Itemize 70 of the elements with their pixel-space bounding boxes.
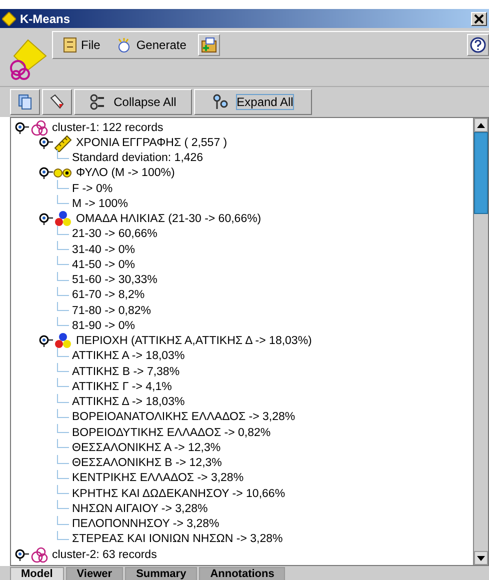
close-icon — [474, 14, 484, 24]
sparkle-icon — [116, 37, 132, 53]
tree-node-label[interactable]: 81-90 -> 0% — [72, 320, 135, 332]
rings-icon — [29, 118, 49, 137]
tab[interactable]: Viewer — [66, 567, 124, 580]
ruler-icon — [53, 134, 73, 152]
tree-node-label[interactable]: ΦΥΛΟ (M -> 100%) — [76, 167, 175, 180]
rings-icon — [29, 546, 49, 564]
collapse-icon — [90, 94, 106, 110]
tab[interactable]: Model — [10, 567, 64, 580]
cabinet-icon — [63, 37, 77, 53]
window-title: K-Means — [20, 12, 70, 26]
up-arrow-icon — [477, 122, 485, 128]
tree-node-label[interactable]: 21-30 -> 60,66% — [72, 228, 158, 240]
marker-icon — [49, 94, 65, 110]
scroll-up-button[interactable] — [474, 118, 488, 132]
tree-node-label[interactable]: 41-50 -> 0% — [72, 258, 135, 271]
tree-node-label[interactable]: cluster-1: 122 records — [52, 122, 164, 134]
tree-node-label[interactable]: ΘΕΣΣΑΛΟΝΙΚΗΣ Α -> 12,3% — [72, 442, 221, 454]
scroll-thumb[interactable] — [474, 132, 488, 214]
tree-node-label[interactable]: Standard deviation: 1,426 — [72, 152, 204, 164]
tree-node-label[interactable]: ΘΕΣΣΑΛΟΝΙΚΗΣ Β -> 12,3% — [72, 457, 222, 470]
tab[interactable]: Summary — [125, 567, 198, 580]
tree-node-label[interactable]: ΑΤΤΙΚΗΣ Β -> 7,38% — [72, 366, 180, 378]
help-icon — [470, 37, 486, 53]
tree-node-label[interactable]: ΝΗΣΩΝ ΑΙΓΑΙΟΥ -> 3,28% — [72, 502, 208, 515]
close-button[interactable] — [471, 12, 487, 26]
tree-node-label[interactable]: ΧΡΟΝΙΑ ΕΓΓΡΑΦΗΣ ( 2,557 ) — [76, 136, 228, 149]
scroll-down-button[interactable] — [474, 551, 488, 565]
tree-node-label[interactable]: ΚΡΗΤΗΣ ΚΑΙ ΔΩΔΕΚΑΝΗΣΟΥ -> 10,66% — [72, 488, 286, 500]
tree-toggle-icon[interactable] — [39, 213, 53, 226]
tree-node-label[interactable]: ΟΜΑΔΑ ΗΛΙΚΙΑΣ (21-30 -> 60,66%) — [76, 213, 262, 226]
colored-balls-icon — [53, 332, 73, 350]
tree-toggle-icon[interactable] — [15, 122, 29, 134]
add-node-button[interactable] — [198, 34, 220, 56]
tree-toggle-icon[interactable] — [39, 167, 53, 180]
tree-node-label[interactable]: ΒΟΡΕΙΟΔΥΤΙΚΗΣ ΕΛΛΑΔΟΣ -> 0,82% — [72, 426, 271, 439]
tree-node-label[interactable]: 51-60 -> 30,33% — [72, 274, 158, 286]
scrollbar[interactable] — [473, 118, 488, 565]
help-button[interactable] — [467, 34, 489, 56]
tree-node-label[interactable]: ΑΤΤΙΚΗΣ Α -> 18,03% — [72, 350, 185, 362]
copy-button[interactable] — [10, 89, 40, 115]
tree-node-label[interactable]: M -> 100% — [72, 198, 128, 210]
down-arrow-icon — [477, 556, 485, 560]
tree-node-label[interactable]: cluster-2: 63 records — [52, 548, 157, 561]
menu-item[interactable]: File — [59, 37, 104, 53]
copy-icon — [17, 94, 33, 110]
tree-node-label[interactable]: ΒΟΡΕΙΟΑΝΑΤΟΛΙΚΗΣ ΕΛΛΑΔΟΣ -> 3,28% — [72, 411, 296, 424]
tree-toggle-icon[interactable] — [39, 136, 53, 149]
menu-item[interactable]: Generate — [112, 37, 190, 53]
tree-toggle-icon[interactable] — [39, 335, 53, 348]
tree-node-label[interactable]: ΠΕΡΙΟΧΗ (ΑΤΤΙΚΗΣ Α,ΑΤΤΙΚΗΣ Δ -> 18,03%) — [76, 335, 312, 348]
toolbar-button[interactable]: Collapse All — [74, 89, 192, 115]
colored-balls-icon — [53, 210, 73, 228]
tree-node-label[interactable]: ΠΕΛΟΠΟΝΝΗΣΟΥ -> 3,28% — [72, 518, 220, 530]
tree-toggle-icon[interactable] — [15, 548, 29, 561]
tab[interactable]: Annotations — [199, 567, 286, 580]
tree-node-label[interactable]: ΑΤΤΙΚΗΣ Δ -> 18,03% — [72, 396, 185, 408]
tree-node-label[interactable]: 71-80 -> 0,82% — [72, 304, 151, 317]
tree-node-label[interactable]: 31-40 -> 0% — [72, 244, 135, 256]
toolbar-button[interactable]: Expand All — [194, 89, 312, 115]
tree-node-label[interactable]: F -> 0% — [72, 182, 113, 195]
tree-node-label[interactable]: 61-70 -> 8,2% — [72, 289, 145, 302]
add-node-icon — [201, 37, 218, 53]
tree-node-label[interactable]: ΣΤΕΡΕΑΣ ΚΑΙ ΙΟΝΙΩΝ ΝΗΣΩΝ -> 3,28% — [72, 533, 283, 546]
highlight-button[interactable] — [42, 89, 72, 115]
diamond-icon — [2, 12, 16, 26]
tree-node-label[interactable]: ΑΤΤΙΚΗΣ Γ -> 4,1% — [72, 380, 172, 393]
expand-icon — [212, 94, 229, 110]
tree-node-label[interactable]: ΚΕΝΤΡΙΚΗΣ ΕΛΛΑΔΟΣ -> 3,28% — [72, 472, 244, 484]
